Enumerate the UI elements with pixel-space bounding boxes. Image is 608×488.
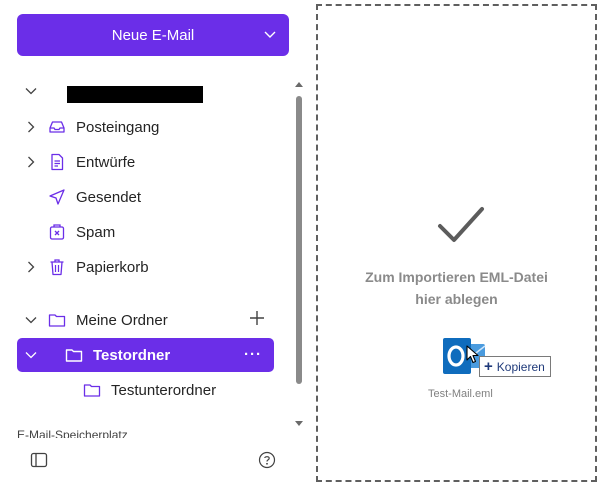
help-icon[interactable]	[258, 451, 276, 469]
checkmark-icon	[438, 207, 484, 242]
drop-instruction-line2: hier ablegen	[415, 291, 498, 307]
chevron-down-icon[interactable]	[25, 314, 37, 326]
plus-icon: +	[484, 358, 493, 375]
folder-icon	[48, 314, 66, 327]
folder-navigation: Posteingang Entwürfe Gesendet Spam Papie…	[0, 70, 290, 438]
folder-label: Spam	[76, 224, 116, 241]
send-icon	[49, 189, 65, 205]
dragged-file-name: Test-Mail.eml	[428, 388, 493, 400]
account-name-redacted	[67, 86, 203, 103]
mouse-pointer-icon	[466, 345, 479, 364]
more-options-icon[interactable]: ···	[244, 346, 262, 363]
folder-label: Gesendet	[76, 189, 142, 206]
scroll-up-icon[interactable]	[295, 80, 303, 88]
drop-instruction-line1: Zum Importieren EML-Datei	[365, 269, 548, 285]
chevron-down-icon[interactable]	[25, 85, 37, 97]
trash-icon	[50, 259, 64, 276]
folder-trash[interactable]: Papierkorb	[17, 250, 274, 284]
folder-group-my-folders[interactable]: Meine Ordner	[17, 303, 274, 337]
folder-label: Posteingang	[76, 119, 160, 136]
inbox-icon	[49, 121, 65, 133]
new-mail-button[interactable]: Neue E-Mail	[17, 14, 289, 56]
eml-drop-zone[interactable]: Zum Importieren EML-Datei hier ablegen	[316, 4, 597, 482]
copy-label: Kopieren	[496, 359, 545, 374]
copy-drag-badge: + Kopieren	[479, 356, 551, 377]
draft-icon	[51, 153, 64, 171]
folder-label: Meine Ordner	[76, 312, 168, 329]
chevron-down-icon[interactable]	[25, 349, 37, 361]
chevron-down-icon[interactable]	[263, 27, 277, 41]
new-mail-label: Neue E-Mail	[111, 26, 195, 44]
folder-testunterordner[interactable]: Testunterordner	[17, 373, 274, 407]
folder-label: Papierkorb	[76, 259, 149, 276]
chevron-right-icon[interactable]	[25, 156, 37, 168]
scroll-down-icon[interactable]	[295, 420, 303, 428]
pane-toggle-icon[interactable]	[30, 451, 48, 469]
folder-inbox[interactable]: Posteingang	[17, 110, 274, 144]
scrollbar-thumb[interactable]	[296, 96, 302, 384]
folder-testordner[interactable]: Testordner ···	[17, 338, 274, 372]
add-folder-icon[interactable]	[249, 310, 265, 326]
folder-sent[interactable]: Gesendet	[17, 180, 274, 214]
folder-drafts[interactable]: Entwürfe	[17, 145, 274, 179]
nav-scrollbar[interactable]	[294, 80, 304, 432]
chevron-right-icon[interactable]	[25, 121, 37, 133]
folder-label: Testunterordner	[111, 382, 217, 399]
folder-label: Testordner	[93, 347, 171, 364]
spam-icon	[49, 224, 65, 240]
chevron-right-icon[interactable]	[25, 261, 37, 273]
folder-icon	[83, 384, 101, 397]
folder-icon	[65, 349, 83, 362]
folder-label: Entwürfe	[76, 154, 136, 171]
storage-label: E-Mail-Speicherplatz	[17, 428, 128, 438]
folder-spam[interactable]: Spam	[17, 215, 274, 249]
account-row[interactable]	[17, 74, 274, 108]
